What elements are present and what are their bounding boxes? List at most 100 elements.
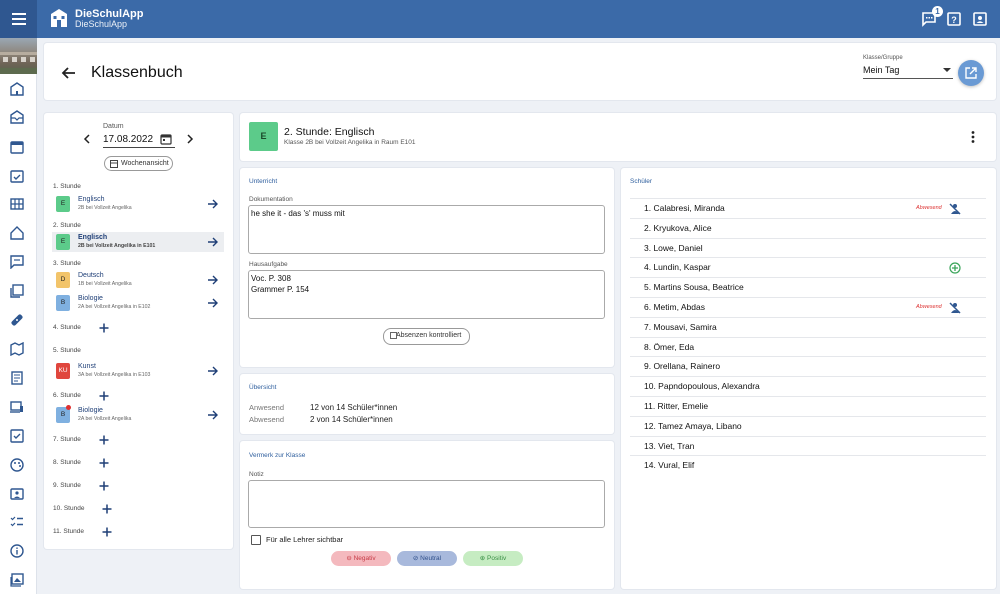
next-day-icon[interactable] (185, 133, 195, 145)
status-absent: Abwesend (916, 205, 942, 211)
calendar-check-icon[interactable] (10, 169, 24, 183)
lesson-item[interactable]: D Deutsch 1B bei Vollzeit Angelika (52, 270, 224, 290)
prev-day-icon[interactable] (82, 133, 92, 145)
add-lesson-icon[interactable] (102, 504, 112, 514)
student-row[interactable]: 5. Martins Sousa, Beatrice (630, 277, 986, 297)
student-row[interactable]: 2. Kryukova, Alice (630, 217, 986, 238)
student-row[interactable]: 10. Papndopoulous, Alexandra (630, 376, 986, 396)
arrow-right-icon[interactable] (207, 297, 219, 309)
dokumentation-label: Dokumentation (249, 196, 293, 203)
positiv-button[interactable]: ⊕ Positiv (463, 551, 523, 566)
checklist-icon[interactable] (10, 515, 24, 529)
person-cross-icon[interactable] (949, 203, 961, 215)
student-row[interactable]: 6. Metim, Abdas Abwesend (630, 297, 986, 317)
help-icon[interactable]: ? (946, 11, 962, 27)
stunde-label: 9. Stunde (53, 482, 81, 489)
lesson-subject-badge: E (249, 122, 278, 151)
lesson-item[interactable]: E Englisch 2B bei Vollzeit Angelika (52, 194, 224, 214)
student-row[interactable]: 7. Mousavi, Samira (630, 316, 986, 337)
sichtbar-checkbox[interactable] (251, 535, 261, 545)
open-external-button[interactable] (958, 60, 984, 86)
person-cross-icon[interactable] (949, 302, 961, 314)
student-name: 1. Calabresi, Miranda (644, 203, 725, 213)
add-lesson-icon[interactable] (99, 323, 109, 333)
add-lesson-icon[interactable] (99, 481, 109, 491)
lesson-item[interactable]: KU Kunst 3A bei Vollzeit Angelika in E103 (52, 361, 224, 381)
student-row[interactable]: 13. Viet, Tran (630, 435, 986, 456)
stunde-label: 5. Stunde (53, 347, 81, 354)
stunde-label: 6. Stunde (53, 392, 81, 399)
student-row[interactable]: 1. Calabresi, Miranda Abwesend (630, 198, 986, 218)
add-lesson-icon[interactable] (102, 527, 112, 537)
student-row[interactable]: 3. Lowe, Daniel (630, 237, 986, 258)
student-name: 8. Ömer, Eda (644, 341, 695, 352)
home-icon[interactable] (10, 226, 24, 240)
palette-icon[interactable] (10, 458, 24, 472)
absenzen-kontrolliert-button[interactable]: Absenzen kontrolliert (383, 328, 470, 345)
back-arrow-icon[interactable] (60, 64, 78, 82)
calendar-picker-icon[interactable] (160, 133, 172, 145)
stunde-label: 3. Stunde (53, 260, 81, 267)
positiv-label: Positiv (487, 555, 507, 562)
add-lesson-icon[interactable] (99, 435, 109, 445)
task-icon[interactable] (10, 429, 24, 443)
info-icon[interactable] (10, 544, 24, 558)
lesson-details: 2B bei Vollzeit Angelika in E101 (78, 243, 156, 249)
account-icon[interactable] (972, 11, 988, 27)
student-name: 2. Kryukova, Alice (644, 222, 712, 233)
lesson-title: 2. Stunde: Englisch (284, 126, 375, 138)
negativ-button[interactable]: ⊖ Negativ (331, 551, 391, 566)
lesson-item[interactable]: E Englisch 2B bei Vollzeit Angelika in E10… (52, 232, 224, 252)
status-absent: Abwesend (916, 304, 942, 310)
add-lesson-icon[interactable] (99, 458, 109, 468)
student-row[interactable]: 4. Lundin, Kaspar (630, 257, 986, 277)
grid-icon[interactable] (10, 197, 24, 211)
lesson-item[interactable]: B Biologie 2A bei Vollzeit Angelika (52, 405, 224, 425)
student-row[interactable]: 8. Ömer, Eda (630, 336, 986, 357)
inbox-icon[interactable] (10, 110, 24, 124)
dokumentation-input[interactable]: he she it - das 's' muss mit (248, 205, 605, 254)
hamburger-icon (11, 13, 26, 25)
klasse-select[interactable]: Mein Tag (863, 63, 953, 79)
caret-down-icon (943, 68, 951, 72)
calendar-icon[interactable] (10, 140, 24, 154)
notiz-input[interactable] (248, 480, 605, 528)
sidebar (0, 38, 37, 594)
devices-icon[interactable] (10, 400, 24, 414)
more-options-icon[interactable] (968, 130, 978, 144)
chat-icon[interactable] (10, 255, 24, 269)
add-circle-icon[interactable] (949, 262, 961, 274)
map-icon[interactable] (10, 342, 24, 356)
library-icon[interactable] (10, 284, 24, 298)
lesson-name: Englisch (78, 196, 105, 203)
arrow-right-icon[interactable] (207, 365, 219, 377)
neutral-button[interactable]: ⊘ Neutral (397, 551, 457, 566)
add-lesson-icon[interactable] (99, 391, 109, 401)
student-row[interactable]: 12. Tamez Amaya, Libano (630, 415, 986, 436)
week-view-button[interactable]: Wochenansicht (104, 156, 173, 171)
stunde-label: 1. Stunde (53, 183, 81, 190)
week-calendar-icon (110, 160, 118, 168)
menu-button[interactable] (0, 0, 37, 38)
student-row[interactable]: 9. Orellana, Rainero (630, 356, 986, 376)
subject-badge: KU (56, 363, 70, 379)
student-row[interactable]: 11. Ritter, Emelie (630, 396, 986, 416)
lesson-item[interactable]: B Biologie 2A bei Vollzeit Angelika in E10… (52, 293, 224, 313)
student-row[interactable]: 14. Vural, Elif (630, 455, 986, 475)
hausaufgabe-input[interactable]: Voc. P. 308 Grammer P. 154 (248, 270, 605, 319)
id-card-icon[interactable] (10, 487, 24, 501)
unterricht-title: Unterricht (249, 178, 278, 185)
arrow-right-icon[interactable] (207, 274, 219, 286)
book-icon[interactable] (10, 371, 24, 385)
lesson-name: Englisch (78, 234, 108, 241)
arrow-right-icon[interactable] (207, 409, 219, 421)
anwesend-value: 12 von 14 Schüler*innen (310, 403, 398, 412)
gallery-icon[interactable] (10, 573, 24, 587)
uebersicht-card (240, 374, 614, 434)
bandage-icon[interactable] (10, 313, 24, 327)
student-name: 6. Metim, Abdas (644, 302, 705, 312)
hausaufgabe-label: Hausaufgabe (249, 261, 288, 268)
arrow-right-icon[interactable] (207, 236, 219, 248)
school-icon[interactable] (10, 82, 24, 96)
arrow-right-icon[interactable] (207, 198, 219, 210)
